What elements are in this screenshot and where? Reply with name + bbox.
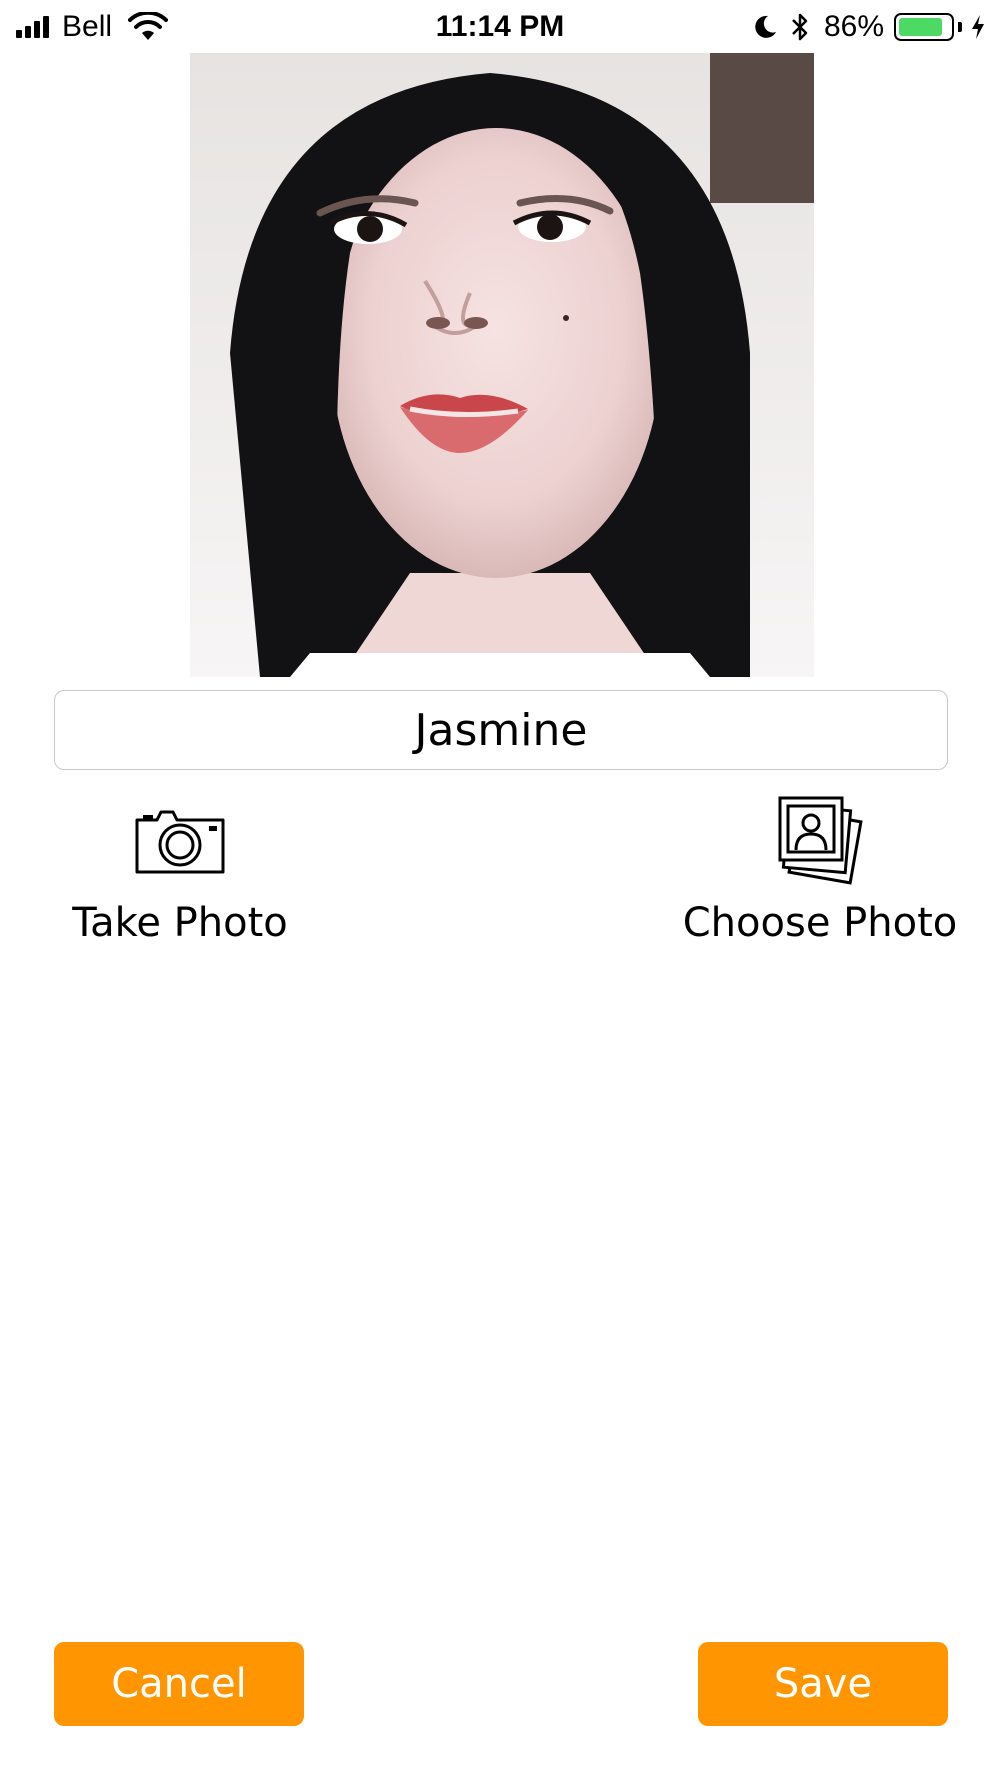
take-photo-label: Take Photo (72, 900, 288, 946)
status-bar: Bell 11:14 PM 86% (0, 0, 1000, 54)
photo-stack-icon (772, 790, 868, 890)
bluetooth-icon (792, 13, 808, 41)
battery-icon (894, 13, 954, 41)
take-photo-button[interactable]: Take Photo (50, 790, 310, 946)
camera-icon (133, 790, 227, 890)
choose-photo-button[interactable]: Choose Photo (670, 790, 970, 946)
cancel-button[interactable]: Cancel (54, 1642, 304, 1726)
battery-fill (899, 18, 942, 36)
battery-tip (958, 22, 962, 32)
status-right: 86% (752, 8, 986, 46)
charging-bolt-icon (972, 15, 984, 39)
profile-photo (190, 53, 814, 677)
name-field[interactable] (54, 690, 948, 770)
choose-photo-label: Choose Photo (682, 900, 958, 946)
save-button[interactable]: Save (698, 1642, 948, 1726)
battery-percent: 86% (823, 10, 884, 43)
moon-icon (755, 15, 776, 38)
portrait-photo (190, 53, 814, 677)
